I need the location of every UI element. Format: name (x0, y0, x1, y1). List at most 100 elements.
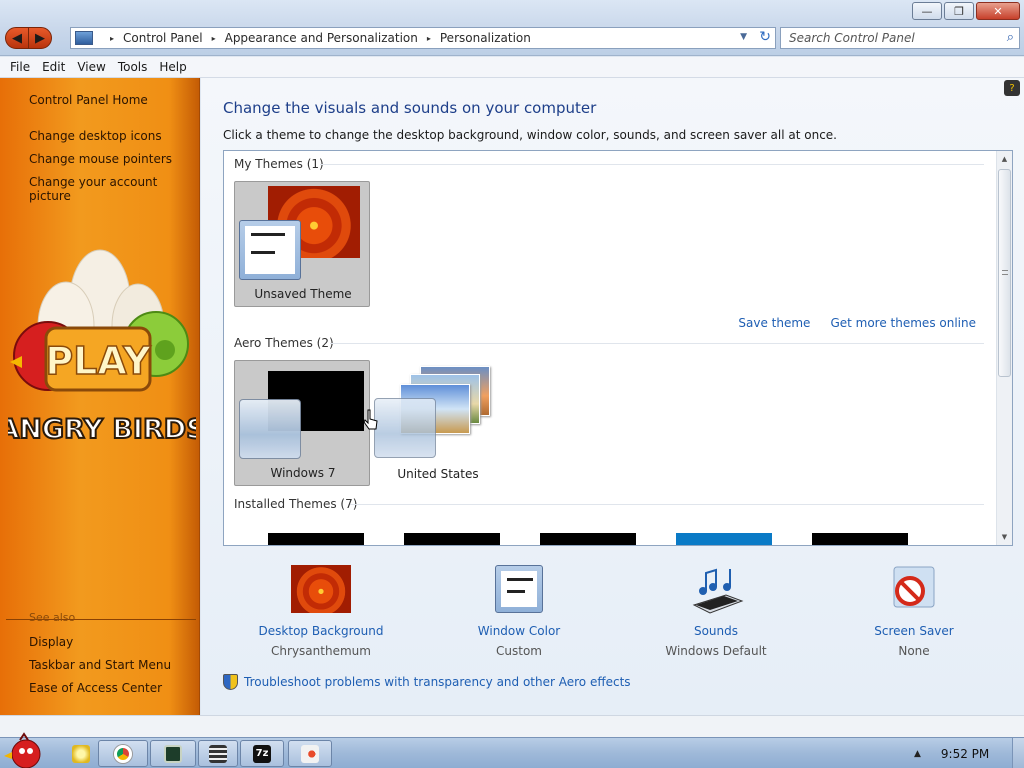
search-input[interactable]: Search Control Panel ⌕ (780, 27, 1020, 49)
sounds-setting[interactable]: Sounds Windows Default (626, 565, 806, 658)
setting-value: None (898, 644, 930, 658)
window-controls: — ❐ ✕ (912, 2, 1020, 20)
group-divider (330, 343, 984, 344)
scroll-down-icon[interactable]: ▼ (997, 529, 1012, 545)
menu-view[interactable]: View (71, 60, 111, 74)
screen-saver-setting[interactable]: Screen Saver None (824, 565, 1004, 658)
back-button[interactable]: ◀ (5, 27, 29, 49)
theme-label: United States (397, 467, 479, 481)
breadcrumb-personalization[interactable]: Personalization (440, 31, 531, 45)
theme-unsaved[interactable]: Unsaved Theme (234, 181, 370, 307)
taskbar-chrome[interactable] (98, 740, 148, 767)
menu-bar: File Edit View Tools Help (0, 57, 1024, 78)
monitor-app-icon (164, 744, 182, 763)
forward-button[interactable]: ▶ (28, 27, 52, 49)
group-divider (350, 504, 984, 505)
get-more-themes-link[interactable]: Get more themes online (830, 316, 976, 330)
maximize-button[interactable]: ❐ (944, 2, 974, 20)
theme-list[interactable]: My Themes (1) Unsaved Theme Save theme G… (223, 150, 1013, 546)
desktop-background-setting[interactable]: Desktop Background Chrysanthemum (231, 565, 411, 658)
group-aero-themes: Aero Themes (2) (234, 336, 334, 350)
menu-tools[interactable]: Tools (112, 60, 154, 74)
taskbar-calculator[interactable] (198, 740, 238, 767)
show-desktop-button[interactable] (1012, 738, 1024, 768)
screen-saver-icon (893, 566, 935, 608)
taskbar-7zip[interactable]: 7z (240, 740, 284, 767)
clock[interactable]: 9:52 PM (941, 747, 989, 761)
menu-help[interactable]: Help (153, 60, 192, 74)
save-theme-link[interactable]: Save theme (738, 316, 810, 330)
breadcrumb-separator-icon[interactable]: ▸ (427, 34, 431, 43)
close-button[interactable]: ✕ (976, 2, 1020, 20)
glass-preview-icon (239, 399, 301, 459)
group-divider (320, 164, 984, 165)
7zip-icon: 7z (253, 744, 271, 763)
taskbar-paint[interactable] (288, 740, 332, 767)
setting-value: Chrysanthemum (271, 644, 371, 658)
main-content: ? Change the visuals and sounds on your … (201, 78, 1024, 715)
calculator-icon (209, 744, 227, 763)
display-link[interactable]: Display (29, 635, 73, 649)
ease-of-access-link[interactable]: Ease of Access Center (29, 681, 162, 695)
status-bar (0, 715, 1024, 737)
breadcrumb-separator-icon[interactable]: ▸ (110, 34, 114, 43)
angry-birds-logo-text: ANGRY BIRDS (8, 414, 196, 445)
setting-name[interactable]: Desktop Background (231, 624, 411, 638)
window-color-icon (495, 565, 543, 613)
menu-edit[interactable]: Edit (36, 60, 71, 74)
setting-value: Windows Default (665, 644, 767, 658)
chrome-icon (114, 744, 132, 763)
theme-windows-7[interactable]: Windows 7 (234, 360, 370, 486)
installed-theme-thumbnail[interactable] (676, 533, 772, 545)
change-desktop-icons-link[interactable]: Change desktop icons (29, 129, 162, 143)
scroll-up-icon[interactable]: ▲ (997, 151, 1012, 167)
theme-list-scrollbar[interactable]: ▲ ▼ (996, 151, 1012, 545)
angry-birds-start-icon[interactable] (2, 732, 48, 768)
menu-file[interactable]: File (4, 60, 36, 74)
breadcrumb-control-panel[interactable]: Control Panel (123, 31, 203, 45)
group-my-themes: My Themes (1) (234, 157, 324, 171)
setting-name[interactable]: Sounds (626, 624, 806, 638)
change-account-picture-link[interactable]: Change your account picture (29, 175, 199, 203)
help-icon[interactable]: ? (1004, 80, 1020, 96)
theme-links: Save theme Get more themes online (738, 316, 976, 330)
theme-united-states[interactable]: United States (370, 360, 506, 486)
installed-theme-thumbnail[interactable] (812, 533, 908, 545)
paint-icon (301, 744, 319, 763)
troubleshoot-link[interactable]: Troubleshoot problems with transparency … (244, 675, 631, 689)
page-description: Click a theme to change the desktop back… (223, 128, 837, 142)
taskbar-start-menu-link[interactable]: Taskbar and Start Menu (29, 658, 171, 672)
nav-buttons: ◀ ▶ (5, 27, 52, 49)
minimize-button[interactable]: — (912, 2, 942, 20)
setting-value: Custom (496, 644, 542, 658)
control-panel-icon (75, 31, 93, 45)
theme-label: Windows 7 (270, 466, 336, 480)
breadcrumb-separator-icon[interactable]: ▸ (212, 34, 216, 43)
theme-label: Unsaved Theme (254, 287, 352, 301)
uac-shield-icon (223, 674, 238, 690)
search-icon[interactable]: ⌕ (1007, 30, 1014, 45)
page-title: Change the visuals and sounds on your co… (223, 99, 597, 117)
address-dropdown-icon[interactable]: ▼ (740, 32, 747, 42)
installed-theme-thumbnail[interactable] (268, 533, 364, 545)
control-panel-home-link[interactable]: Control Panel Home (29, 93, 148, 107)
desktop-background-icon (291, 565, 351, 613)
change-mouse-pointers-link[interactable]: Change mouse pointers (29, 152, 172, 166)
mouse-cursor-icon (364, 409, 378, 430)
scroll-thumb[interactable] (998, 169, 1011, 377)
taskbar-monitor[interactable] (150, 740, 196, 767)
setting-name[interactable]: Window Color (429, 624, 609, 638)
breadcrumb-appearance[interactable]: Appearance and Personalization (225, 31, 418, 45)
folder-icon (72, 744, 90, 763)
group-installed-themes: Installed Themes (7) (234, 497, 358, 511)
installed-theme-thumbnail[interactable] (404, 533, 500, 545)
search-placeholder: Search Control Panel (789, 31, 915, 45)
title-bar: — ❐ ✕ ◀ ▶ ▸ Control Panel ▸ Appearance a… (0, 0, 1024, 56)
angry-birds-artwork: PLAY ANGRY BIRDS (8, 249, 196, 446)
address-bar[interactable]: ▸ Control Panel ▸ Appearance and Persona… (70, 27, 776, 49)
show-hidden-icons-icon[interactable]: ▲ (914, 749, 921, 759)
refresh-icon[interactable]: ↻ (759, 29, 771, 45)
window-color-setting[interactable]: Window Color Custom (429, 565, 609, 658)
setting-name[interactable]: Screen Saver (824, 624, 1004, 638)
installed-theme-thumbnail[interactable] (540, 533, 636, 545)
